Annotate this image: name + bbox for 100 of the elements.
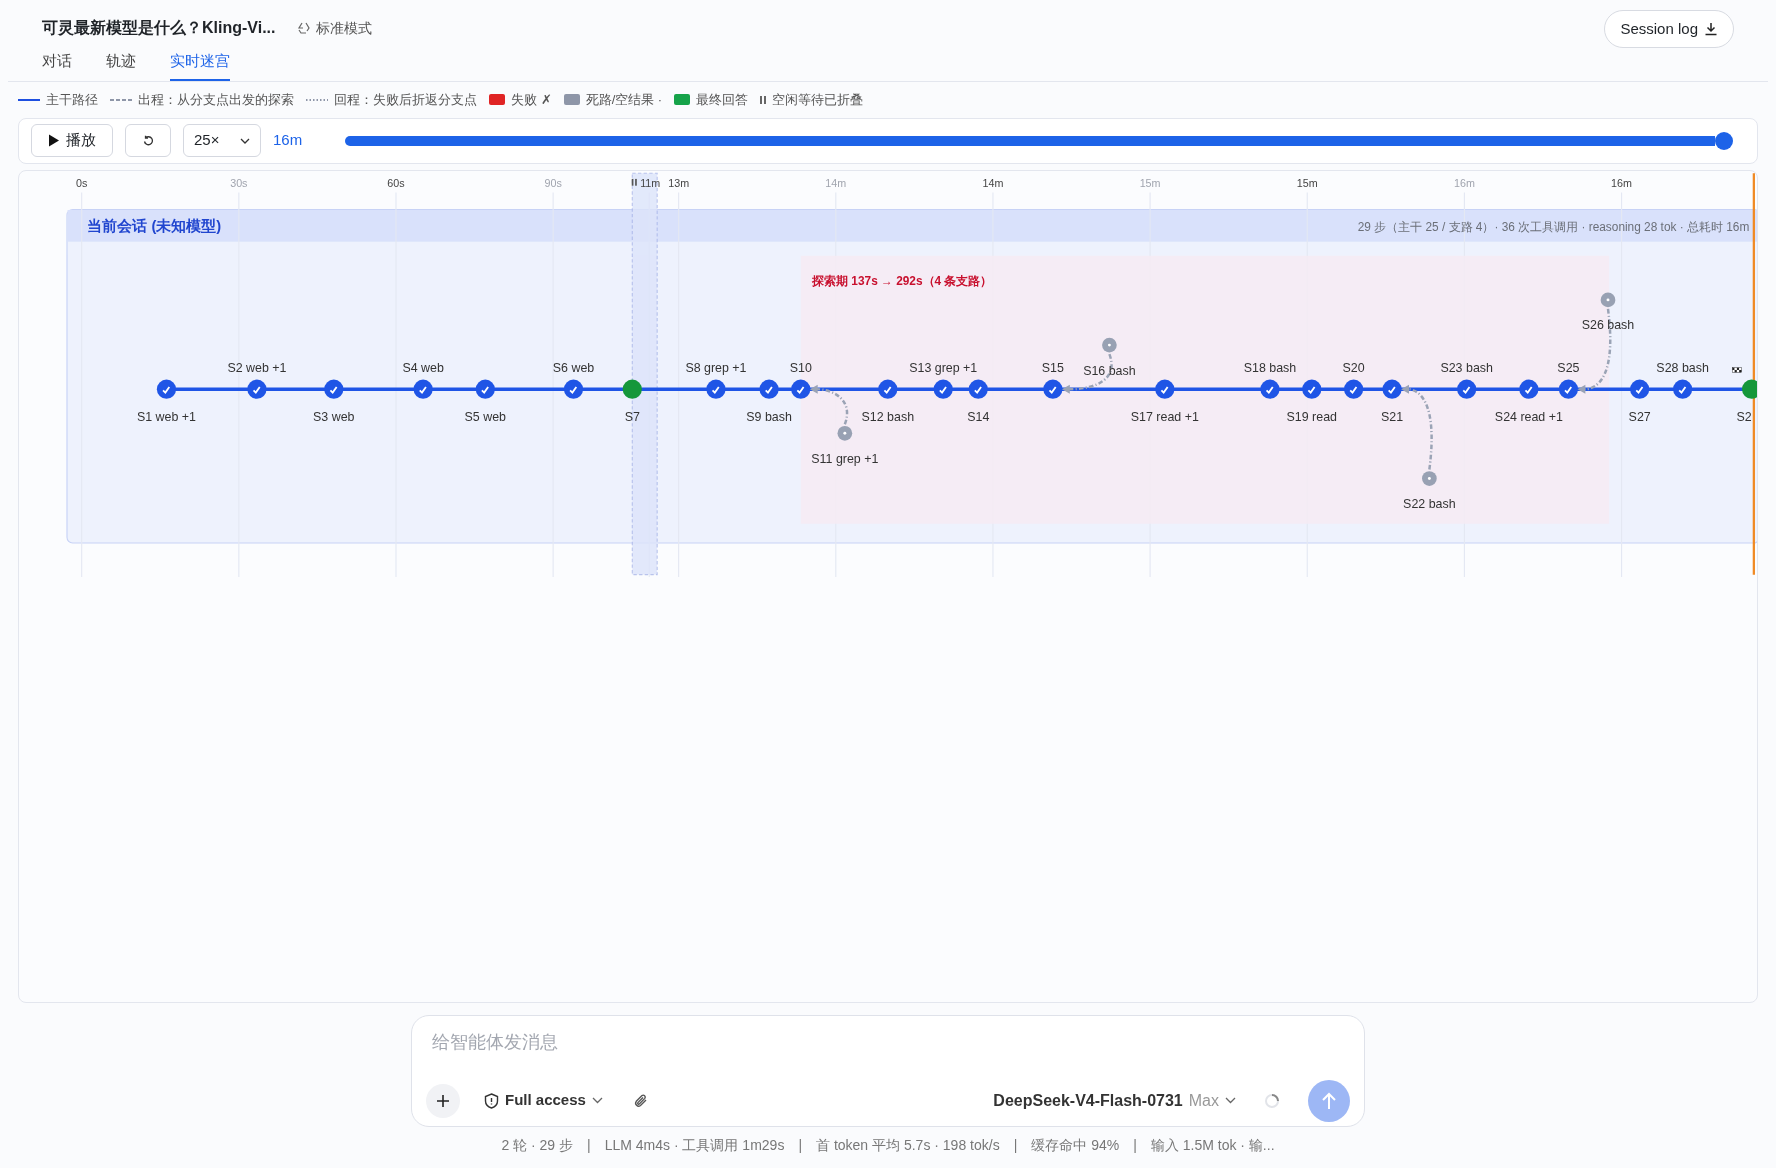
add-button[interactable]	[426, 1083, 460, 1118]
mode-label: 标准模式	[316, 18, 373, 38]
step-label: S9 bash	[746, 409, 792, 424]
pause-icon	[631, 178, 637, 186]
branch-node[interactable]	[1600, 292, 1616, 307]
step-label: S17 read +1	[1130, 409, 1199, 424]
legend-label: 空闲等待已折叠	[772, 90, 864, 109]
step-node[interactable]	[1302, 379, 1322, 399]
step-label: S23 bash	[1440, 360, 1493, 375]
branch-connector	[809, 384, 849, 425]
step-label: S26 bash	[1581, 317, 1635, 332]
session-log-button[interactable]: Session log	[1604, 10, 1734, 48]
time-tick-label: 15m	[1139, 176, 1161, 189]
chevron-down-icon	[240, 137, 250, 144]
step-node[interactable]	[759, 379, 779, 399]
reset-icon	[142, 135, 154, 146]
time-tick-label: 13m	[668, 176, 690, 189]
shield-icon	[484, 1092, 499, 1109]
play-button[interactable]: 播放	[31, 124, 113, 157]
step-label: S7	[624, 409, 640, 424]
finish-flag-icon	[1732, 367, 1742, 372]
speed-select[interactable]: 25×	[183, 124, 261, 157]
step-node[interactable]	[413, 379, 433, 399]
step-node[interactable]	[156, 379, 177, 399]
message-input[interactable]: 给智能体发消息	[426, 1027, 1350, 1058]
step-label: S4 web	[402, 360, 444, 375]
step-label: S13 grep +1	[909, 360, 978, 375]
time-tick-label: 15m	[1296, 176, 1318, 189]
step-node[interactable]	[1155, 379, 1175, 399]
step-label: S25	[1557, 360, 1580, 375]
step-node[interactable]	[1558, 379, 1579, 399]
session-title: 当前会话 (未知模型)	[87, 217, 222, 234]
step-node[interactable]	[1519, 379, 1539, 399]
chevron-down-icon	[591, 1097, 603, 1104]
step-label: S19 read	[1286, 409, 1337, 424]
model-dropdown[interactable]: DeepSeek-V4-Flash-0731 Max	[993, 1088, 1236, 1113]
message-composer[interactable]: 给智能体发消息 Full access DeepSeek-V4-Flash-0731 Max	[411, 1014, 1365, 1127]
time-tick-label: 11m	[640, 176, 661, 189]
step-node[interactable]	[324, 379, 344, 399]
step-node[interactable]	[1043, 379, 1063, 399]
legend-label: 死路/空结果 ·	[585, 90, 663, 109]
legend-label: 主干路径	[46, 90, 98, 109]
step-node[interactable]	[1260, 379, 1280, 399]
step-label: S20	[1342, 360, 1365, 375]
step-label: S12 bash	[861, 409, 915, 424]
step-label: S27	[1628, 409, 1651, 424]
step-node[interactable]	[563, 379, 584, 399]
playback-time: 16m	[273, 130, 304, 151]
step-node[interactable]	[878, 379, 898, 399]
step-label: S6 web	[552, 360, 595, 375]
tab[interactable]: 对话	[42, 50, 72, 81]
step-node[interactable]	[622, 379, 642, 399]
arrow-up-icon	[1321, 1091, 1337, 1110]
step-node[interactable]	[706, 379, 726, 399]
step-label: S5 web	[464, 409, 506, 424]
time-tick-label: 14m	[825, 176, 847, 189]
exploration-label: 探索期 137s → 292s（4 条支路）	[812, 273, 993, 288]
time-tick-label: 14m	[982, 176, 1004, 189]
tab[interactable]: 轨迹	[106, 50, 136, 81]
step-label: S11 grep +1	[811, 451, 879, 466]
access-dropdown[interactable]: Full access	[484, 1089, 603, 1112]
step-node[interactable]	[1344, 379, 1364, 399]
timeline-slider[interactable]	[345, 131, 1733, 150]
legend-label: 失败 ✗	[511, 90, 552, 109]
status-line: 2 轮 · 29 步 | LLM 4m4s · 工具调用 1m29s | 首 token 平均 5.7s · 198 tok/s | 缓存命中 94% | 输入 1.5M tok · 输...	[501, 1135, 1275, 1155]
plus-icon	[436, 1093, 450, 1108]
reset-button[interactable]	[125, 124, 171, 157]
step-node[interactable]	[1742, 379, 1757, 399]
step-label: S3 web	[313, 409, 355, 424]
session-stats: 29 步（主干 25 / 支路 4）· 36 次工具调用 · reasoning 28 tok · 总耗时 16m	[1357, 219, 1750, 234]
step-node[interactable]	[968, 379, 988, 399]
branch-node[interactable]	[1102, 337, 1117, 352]
step-node[interactable]	[791, 379, 811, 399]
time-tick-label: 60s	[387, 176, 405, 189]
time-tick-label: 30s	[230, 176, 248, 189]
step-label: S16 bash	[1083, 363, 1136, 377]
legend-label: 回程：失败后折返分支点	[334, 90, 477, 109]
branch-node[interactable]	[1422, 470, 1437, 486]
branch-node[interactable]	[837, 425, 853, 441]
loading-spinner-icon	[1264, 1092, 1280, 1109]
time-tick-label: 0s	[76, 176, 88, 189]
slider-thumb[interactable]	[1715, 131, 1733, 150]
tab[interactable]: 实时迷宫	[170, 50, 230, 81]
attach-button[interactable]	[632, 1092, 649, 1109]
step-node[interactable]	[247, 379, 267, 399]
pause-icon	[760, 94, 767, 105]
step-label: S10	[789, 360, 812, 375]
step-node[interactable]	[1630, 379, 1650, 399]
step-node[interactable]	[475, 379, 495, 399]
legend-label: 最终回答	[696, 90, 749, 109]
step-node[interactable]	[1673, 379, 1693, 399]
download-icon	[1704, 22, 1718, 36]
legend-label: 出程：从分支点出发的探索	[138, 90, 294, 109]
step-node[interactable]	[1382, 379, 1402, 399]
step-node[interactable]	[933, 379, 953, 399]
step-label: S24 read +1	[1494, 409, 1563, 424]
recycle-icon	[297, 21, 312, 35]
model-name: DeepSeek-V4-Flash-0731	[993, 1090, 1183, 1111]
step-node[interactable]	[1457, 379, 1477, 399]
effort-label: Max	[1188, 1090, 1219, 1111]
